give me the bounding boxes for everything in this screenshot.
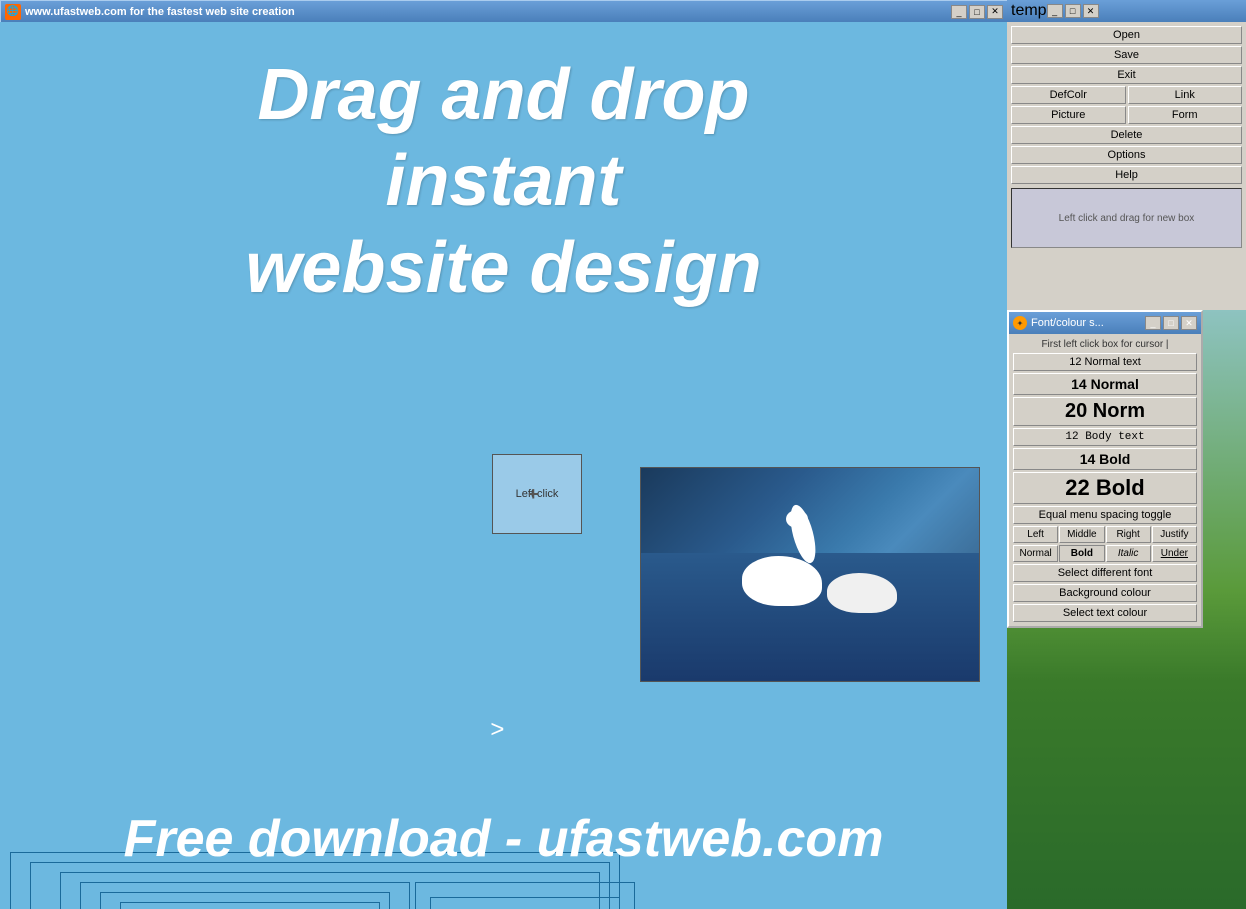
right-panel-title: temp <box>1011 2 1047 20</box>
background-colour-button[interactable]: Background colour <box>1013 584 1197 602</box>
swan-body-1 <box>742 556 822 606</box>
delete-button[interactable]: Delete <box>1011 126 1242 144</box>
main-window: 🌐 www.ufastweb.com for the fastest web s… <box>0 0 1007 909</box>
btn-22-bold[interactable]: 22 Bold <box>1013 472 1197 504</box>
font-panel-close[interactable]: ✕ <box>1181 316 1197 330</box>
format-row: Normal Bold Italic Under <box>1013 545 1197 562</box>
align-middle-button[interactable]: Middle <box>1059 526 1104 543</box>
main-heading: Drag and drop instant website design <box>20 52 987 311</box>
options-button[interactable]: Options <box>1011 146 1242 164</box>
align-left-button[interactable]: Left <box>1013 526 1058 543</box>
format-italic-button[interactable]: Italic <box>1106 545 1151 562</box>
drag-info: Left click and drag for new box <box>1011 188 1242 248</box>
font-panel-minimize[interactable]: _ <box>1145 316 1161 330</box>
picture-form-row: Picture Form <box>1011 106 1242 124</box>
btn-12-body[interactable]: 12 Body text <box>1013 428 1197 446</box>
font-panel-title: Font/colour s... <box>1031 317 1104 329</box>
box-6 <box>120 902 380 909</box>
right-panel-controls: _ □ ✕ <box>1047 4 1099 18</box>
defcolr-link-row: DefColr Link <box>1011 86 1242 104</box>
main-window-titlebar: 🌐 www.ufastweb.com for the fastest web s… <box>0 0 1007 22</box>
btn-14-bold[interactable]: 14 Bold <box>1013 448 1197 470</box>
font-panel-controls: _ □ ✕ <box>1145 316 1197 330</box>
exit-button[interactable]: Exit <box>1011 66 1242 84</box>
font-panel-titlebar: ✦ Font/colour s... _ □ ✕ <box>1009 312 1201 334</box>
maximize-button[interactable]: □ <box>969 5 985 19</box>
defcolr-button[interactable]: DefColr <box>1011 86 1126 104</box>
box-13 <box>430 897 620 909</box>
btn-20-norm[interactable]: 20 Norm <box>1013 397 1197 426</box>
btn-14-normal[interactable]: 14 Normal <box>1013 373 1197 395</box>
window-controls: _ □ ✕ <box>951 5 1003 19</box>
right-panel-minimize[interactable]: _ <box>1047 4 1063 18</box>
link-button[interactable]: Link <box>1128 86 1243 104</box>
right-panel-close[interactable]: ✕ <box>1083 4 1099 18</box>
format-normal-button[interactable]: Normal <box>1013 545 1058 562</box>
bottom-text: Free download - ufastweb.com <box>0 809 1007 869</box>
canvas-area[interactable]: Drag and drop instant website design <box>0 22 1007 909</box>
swan-head-1 <box>786 510 808 528</box>
font-panel-icon: ✦ <box>1013 316 1027 330</box>
form-button[interactable]: Form <box>1128 106 1243 124</box>
picture-button[interactable]: Picture <box>1011 106 1126 124</box>
plus-sign: + <box>528 484 539 505</box>
right-panel-content: Open Save Exit DefColr Link Picture Form… <box>1007 22 1246 254</box>
window-icon: 🌐 <box>5 4 21 20</box>
open-button[interactable]: Open <box>1011 26 1242 44</box>
font-panel-maximize[interactable]: □ <box>1163 316 1179 330</box>
right-panel: temp _ □ ✕ Open Save Exit DefColr Link P… <box>1007 0 1246 310</box>
right-panel-titlebar: temp _ □ ✕ <box>1007 0 1246 22</box>
save-button[interactable]: Save <box>1011 46 1242 64</box>
close-button[interactable]: ✕ <box>987 5 1003 19</box>
font-colour-panel: ✦ Font/colour s... _ □ ✕ First left clic… <box>1007 310 1203 628</box>
window-title: www.ufastweb.com for the fastest web sit… <box>25 6 951 18</box>
swan-image <box>640 467 980 682</box>
arrow-right: > <box>490 716 504 744</box>
format-bold-button[interactable]: Bold <box>1059 545 1104 562</box>
select-font-button[interactable]: Select different font <box>1013 564 1197 582</box>
minimize-button[interactable]: _ <box>951 5 967 19</box>
select-text-colour-button[interactable]: Select text colour <box>1013 604 1197 622</box>
font-panel-content: First left click box for cursor | 12 Nor… <box>1009 334 1201 626</box>
format-underline-button[interactable]: Under <box>1152 545 1197 562</box>
swan-body-2 <box>827 573 897 613</box>
btn-12-normal[interactable]: 12 Normal text <box>1013 353 1197 371</box>
right-panel-maximize[interactable]: □ <box>1065 4 1081 18</box>
help-button[interactable]: Help <box>1011 166 1242 184</box>
align-right-button[interactable]: Right <box>1106 526 1151 543</box>
align-justify-button[interactable]: Justify <box>1152 526 1197 543</box>
first-click-label: First left click box for cursor | <box>1013 338 1197 351</box>
equal-menu-toggle[interactable]: Equal menu spacing toggle <box>1013 506 1197 524</box>
alignment-row: Left Middle Right Justify <box>1013 526 1197 543</box>
